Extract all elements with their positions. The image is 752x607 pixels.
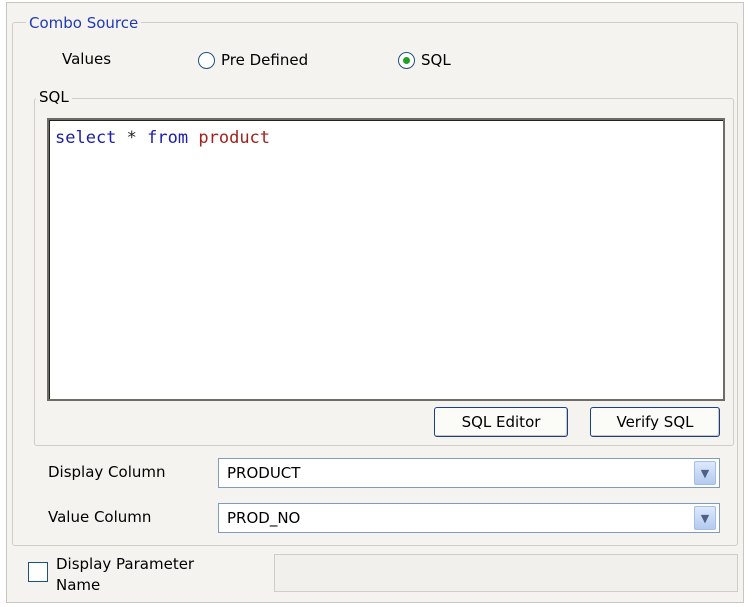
display-parameter-label: Display Parameter Name bbox=[56, 554, 194, 596]
chevron-down-icon[interactable]: ▼ bbox=[694, 461, 716, 485]
display-column-label: Display Column bbox=[48, 463, 166, 481]
sql-token-star: * bbox=[126, 128, 137, 148]
sql-query-editor[interactable]: select * from product bbox=[47, 118, 725, 401]
radio-pre-defined-label: Pre Defined bbox=[221, 51, 309, 69]
sql-group-label: SQL bbox=[36, 88, 72, 106]
radio-sql-label: SQL bbox=[421, 51, 451, 69]
radio-sql-circle[interactable] bbox=[398, 51, 415, 69]
verify-sql-button[interactable]: Verify SQL bbox=[590, 407, 720, 437]
value-column-value: PROD_NO bbox=[227, 509, 301, 527]
display-parameter-label-line2: Name bbox=[56, 576, 101, 594]
value-column-select[interactable]: PROD_NO ▼ bbox=[218, 503, 720, 533]
display-column-value: PRODUCT bbox=[227, 464, 301, 482]
combo-source-title: Combo Source bbox=[26, 14, 142, 32]
chevron-down-icon[interactable]: ▼ bbox=[694, 506, 716, 530]
display-column-select[interactable]: PRODUCT ▼ bbox=[218, 458, 720, 488]
radio-sql[interactable]: SQL bbox=[398, 49, 451, 71]
values-label: Values bbox=[62, 50, 112, 68]
display-parameter-label-line1: Display Parameter bbox=[56, 555, 195, 573]
sql-editor-button[interactable]: SQL Editor bbox=[434, 407, 568, 437]
value-column-label: Value Column bbox=[48, 508, 152, 526]
sql-keyword-select: select bbox=[55, 128, 117, 148]
radio-pre-defined-circle[interactable] bbox=[198, 51, 215, 69]
radio-pre-defined[interactable]: Pre Defined bbox=[198, 49, 308, 71]
sql-table-name: product bbox=[198, 128, 271, 148]
display-parameter-checkbox[interactable] bbox=[28, 562, 48, 582]
display-parameter-name-field[interactable] bbox=[274, 554, 738, 592]
sql-keyword-from: from bbox=[147, 128, 189, 148]
